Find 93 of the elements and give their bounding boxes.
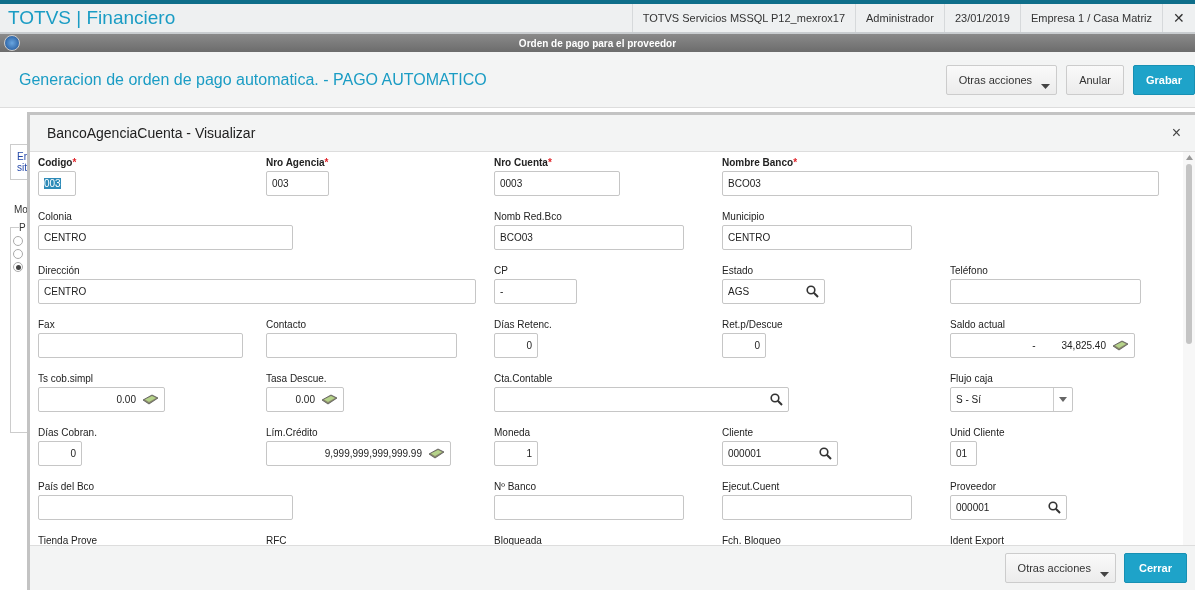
lookup-field[interactable]: 000001 <box>950 495 1067 520</box>
group-label: P <box>19 222 27 233</box>
status-info: TOTVS Servicios MSSQL P12_mexrox17 <box>631 4 856 32</box>
field-label: Nro Cuenta* <box>494 157 553 169</box>
field-label: Ts cob.simpl <box>38 373 94 385</box>
field-label: Cta.Contable <box>494 373 554 385</box>
status-info: Empresa 1 / Casa Matriz <box>1019 4 1162 32</box>
field-label: Lím.Crédito <box>266 427 319 439</box>
lookup-field[interactable]: AGS <box>722 279 825 304</box>
text-field[interactable]: - <box>494 279 577 304</box>
close-button[interactable]: ✕ <box>1162 4 1195 32</box>
scrollbar[interactable] <box>1183 152 1195 545</box>
field-label: Nomb Red.Bco <box>494 211 563 223</box>
text-field[interactable]: BCO03 <box>722 171 1159 196</box>
text-field[interactable]: 003 <box>266 171 329 196</box>
field-label: Tasa Descue. <box>266 373 328 385</box>
text-field[interactable]: 003 <box>38 171 76 196</box>
search-icon[interactable] <box>770 393 783 406</box>
field-label: Días Retenc. <box>494 319 553 331</box>
app-logo-icon <box>4 35 20 51</box>
field-label: Días Cobran. <box>38 427 98 439</box>
form-title: Generacion de orden de pago automatica. - PAGO AUTOMATICO <box>18 70 488 89</box>
field-label: País del Bco <box>38 481 96 493</box>
field-label: Nº Banco <box>494 481 537 493</box>
field-label: Colonia <box>38 211 73 223</box>
lookup-field[interactable] <box>494 387 789 412</box>
field-label: Estado <box>722 265 755 277</box>
text-field[interactable]: CENTRO <box>38 279 476 304</box>
window-title: Orden de pago para el proveedor <box>517 37 678 49</box>
dropdown[interactable]: S - Sí <box>950 387 1073 412</box>
text-field[interactable] <box>266 333 457 358</box>
text-field[interactable]: CENTRO <box>722 225 912 250</box>
radio-button[interactable] <box>13 236 23 246</box>
more-actions-button[interactable]: Otras acciones <box>945 64 1058 95</box>
field-label: Saldo actual <box>950 319 1007 331</box>
field-label: CP <box>494 265 509 277</box>
field-label: Fax <box>38 319 56 331</box>
text-field[interactable] <box>38 495 293 520</box>
field-label: Contacto <box>266 319 308 331</box>
field-label: Unid Cliente <box>950 427 1006 439</box>
text-field[interactable] <box>494 495 684 520</box>
text-field[interactable]: BCO03 <box>494 225 684 250</box>
amount-field[interactable]: 0.00 <box>266 387 344 412</box>
number-field[interactable]: 0 <box>494 333 538 358</box>
text-field[interactable]: 0003 <box>494 171 620 196</box>
notice-text: Er <box>17 151 28 162</box>
search-icon[interactable] <box>819 447 832 460</box>
banknote-icon[interactable] <box>1112 340 1129 351</box>
field-label: Nombre Banco* <box>722 157 799 169</box>
number-field[interactable]: 0 <box>722 333 766 358</box>
lookup-field[interactable]: 000001 <box>722 441 838 466</box>
status-info: Administrador <box>855 4 944 32</box>
text-field[interactable]: CENTRO <box>38 225 293 250</box>
app-title: TOTVS | Financiero <box>7 7 177 29</box>
field-label: Mo <box>13 204 28 215</box>
scroll-up-icon[interactable] <box>1185 155 1193 160</box>
search-icon[interactable] <box>1048 501 1061 514</box>
text-field[interactable] <box>38 333 243 358</box>
radio-button[interactable] <box>13 262 23 272</box>
status-info: 23/01/2019 <box>943 4 1020 32</box>
field-label: Moneda <box>494 427 532 439</box>
field-label: Nro Agencia* <box>266 157 330 169</box>
field-label: Cliente <box>722 427 755 439</box>
caret-icon <box>1041 83 1051 89</box>
number-field[interactable]: 0 <box>38 441 82 466</box>
amount-field[interactable]: 9,999,999,999,999.99 <box>266 441 451 466</box>
more-actions-button[interactable]: Otras acciones <box>1004 553 1116 583</box>
field-label: Ret.p/Descue <box>722 319 784 331</box>
text-field[interactable]: 01 <box>950 441 977 466</box>
field-label: Proveedor <box>950 481 998 493</box>
amount-field[interactable]: 0.00 <box>38 387 165 412</box>
cancel-button[interactable]: Anular <box>1066 64 1124 95</box>
number-field[interactable]: 1 <box>494 441 538 466</box>
banknote-icon[interactable] <box>321 394 338 405</box>
field-label: Teléfono <box>950 265 989 277</box>
search-icon[interactable] <box>806 285 819 298</box>
banknote-icon[interactable] <box>142 394 159 405</box>
radio-button[interactable] <box>13 249 23 259</box>
field-label: Tienda Prove <box>38 535 99 545</box>
field-label: Flujo caja <box>950 373 994 385</box>
field-label: Codigo* <box>38 157 78 169</box>
amount-field[interactable]: - 34,825.40 <box>950 333 1135 358</box>
field-label: RFC <box>266 535 288 545</box>
caret-icon <box>1099 572 1109 577</box>
field-label: Dirección <box>38 265 81 277</box>
field-label: Ejecut.Cuent <box>722 481 781 493</box>
text-field[interactable] <box>950 279 1141 304</box>
text-field[interactable] <box>722 495 912 520</box>
field-label: Municipio <box>722 211 766 223</box>
dialog-title: BancoAgenciaCuenta - Visualizar <box>46 125 257 141</box>
notice-text: sit <box>17 162 28 173</box>
banknote-icon[interactable] <box>428 448 445 459</box>
close-button[interactable]: × <box>1165 123 1187 143</box>
